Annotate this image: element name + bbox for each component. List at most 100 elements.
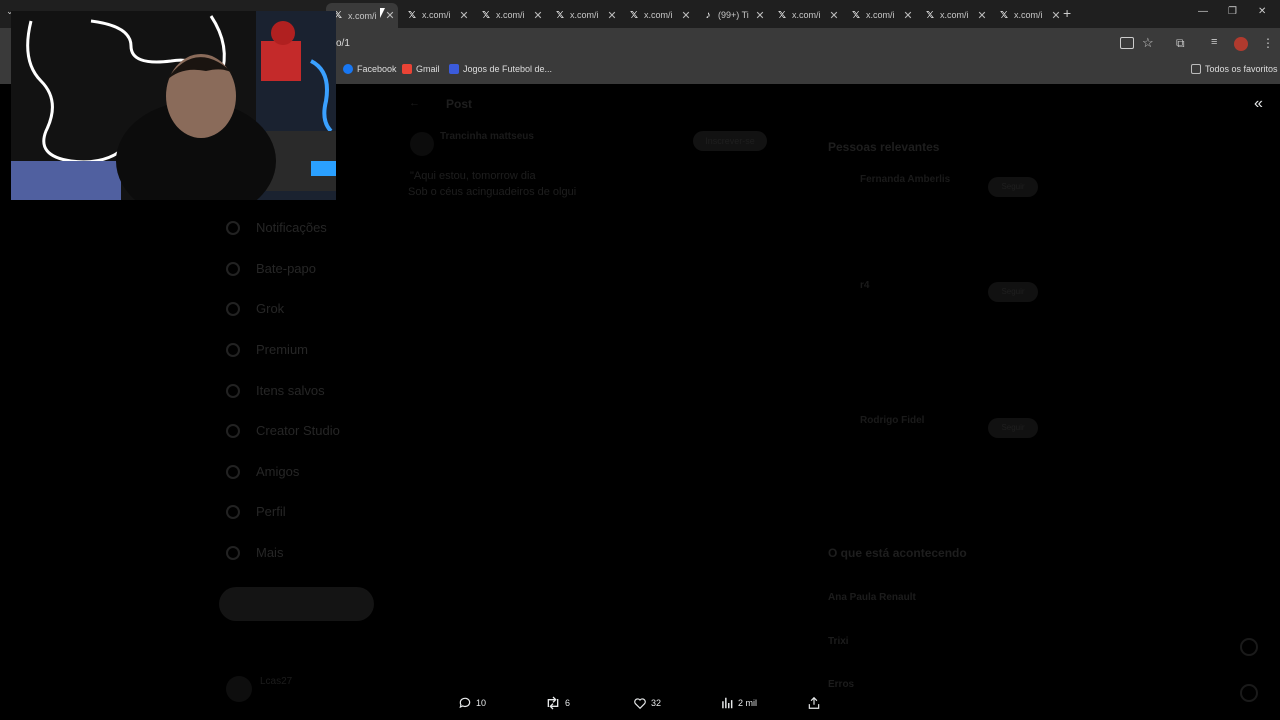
post-text-line2: Sob o céus acinguadeiros de olgui (408, 186, 577, 198)
browser-menu-icon[interactable]: ⋮ (1262, 36, 1274, 50)
sidebar-item-label: Bate-papo (256, 261, 316, 276)
person-name[interactable]: Fernanda Amberlis (860, 174, 950, 185)
close-tab-icon[interactable]: ✕ (976, 9, 988, 22)
minimize-button[interactable]: — (1198, 6, 1208, 17)
chat-icon (226, 261, 240, 276)
views-chart-icon (722, 697, 733, 709)
trend-item[interactable]: Erros (828, 679, 854, 690)
bookmark-jogos[interactable]: Jogos de Futebol de... (449, 64, 552, 74)
sidebar-item-grok[interactable]: Grok (226, 301, 284, 316)
browser-tab[interactable]: 𝕏x.com/i ✕ (770, 4, 842, 26)
tab-title: (99+) Ti (718, 10, 749, 20)
close-tab-icon[interactable]: ✕ (1050, 9, 1062, 22)
grok-icon (226, 301, 240, 316)
more-icon (226, 545, 240, 560)
heart-icon (634, 698, 646, 710)
tab-title: x.com/i (792, 10, 821, 20)
browser-tab[interactable]: 𝕏x.com/i ✕ (992, 4, 1064, 26)
bookmark-label: Jogos de Futebol de... (463, 64, 553, 74)
tab-title: x.com/i (570, 10, 599, 20)
sidebar-item-premium[interactable]: Premium (226, 342, 308, 357)
tab-title: x.com/i (1014, 10, 1043, 20)
reply-count: 10 (476, 698, 487, 708)
webcam-scene (11, 11, 336, 200)
follow-button[interactable]: Seguir (988, 418, 1038, 438)
reply-icon (459, 697, 471, 709)
sidebar-item-label: Amigos (256, 464, 300, 479)
browser-tab[interactable]: 𝕏x.com/i ✕ (474, 4, 546, 26)
share-button[interactable] (807, 696, 825, 710)
sidebar-item-friends[interactable]: Amigos (226, 464, 299, 479)
x-logo-icon: 𝕏 (999, 9, 1009, 21)
profile-icon (226, 504, 240, 519)
media-control-icon[interactable]: ≡ (1211, 36, 1217, 48)
star-icon[interactable]: ☆ (1142, 35, 1154, 51)
address-bar[interactable]: o/1 (336, 38, 350, 49)
profile-avatar[interactable] (1234, 37, 1248, 51)
tab-title: x.com/i (496, 10, 525, 20)
repost-button[interactable]: 6 (545, 696, 570, 710)
close-tab-icon[interactable]: ✕ (754, 9, 766, 22)
sidebar-item-creator-studio[interactable]: Creator Studio (226, 423, 340, 438)
like-button[interactable]: 32 (633, 696, 661, 710)
sidebar-item-bookmarks[interactable]: Itens salvos (226, 383, 325, 398)
trend-item[interactable]: Ana Paula Renault (828, 592, 916, 603)
gmail-icon (402, 64, 412, 74)
grok-float-icon[interactable] (1240, 638, 1258, 656)
tab-title: x.com/i (644, 10, 673, 20)
sidebar-item-more[interactable]: Mais (226, 545, 283, 560)
close-tab-icon[interactable]: ✕ (458, 9, 470, 22)
sidebar-item-chat[interactable]: Bate-papo (226, 261, 316, 276)
collapse-panel-icon[interactable]: « (1254, 95, 1263, 113)
premium-icon (226, 342, 240, 357)
post-author-name[interactable]: Trancinha mattseus (440, 131, 534, 142)
reply-button[interactable]: 10 (458, 696, 486, 710)
sidebar-item-profile[interactable]: Perfil (226, 504, 286, 519)
close-window-button[interactable]: ✕ (1258, 6, 1266, 17)
browser-tab[interactable]: 𝕏x.com/i ✕ (918, 4, 990, 26)
browser-tab[interactable]: 𝕏x.com/i ✕ (400, 4, 472, 26)
person-name[interactable]: Rodrigo Fidel (860, 415, 924, 426)
close-tab-icon[interactable]: ✕ (532, 9, 544, 22)
close-tab-icon[interactable]: ✕ (384, 9, 396, 22)
bookmark-facebook[interactable]: Facebook (343, 64, 397, 74)
close-tab-icon[interactable]: ✕ (606, 9, 618, 22)
browser-tab[interactable]: 𝕏x.com/i ✕ (326, 3, 398, 28)
follow-button[interactable]: Seguir (988, 177, 1038, 197)
close-tab-icon[interactable]: ✕ (828, 9, 840, 22)
install-app-icon[interactable] (1120, 37, 1134, 49)
follow-button[interactable]: Seguir (988, 282, 1038, 302)
post-button[interactable] (219, 587, 374, 621)
subscribe-button[interactable]: Inscrever-se (693, 131, 767, 151)
browser-tab[interactable]: 𝕏x.com/i ✕ (844, 4, 916, 26)
post-header: Post (446, 97, 473, 111)
bookmark-label: Gmail (416, 64, 440, 74)
new-tab-button[interactable]: + (1063, 5, 1071, 21)
extensions-icon[interactable]: ⧉ (1176, 36, 1185, 51)
relevant-people-title: Pessoas relevantes (828, 140, 940, 154)
x-logo-icon: 𝕏 (851, 9, 861, 21)
close-tab-icon[interactable]: ✕ (680, 9, 692, 22)
repost-count: 6 (565, 698, 571, 708)
close-tab-icon[interactable]: ✕ (902, 9, 914, 22)
all-bookmarks-label: Todos os favoritos (1205, 64, 1278, 74)
trend-item[interactable]: Trixi (828, 636, 849, 647)
back-arrow-icon[interactable]: ← (409, 97, 420, 109)
person-name[interactable]: r4 (860, 280, 869, 291)
browser-tab[interactable]: 𝕏x.com/i ✕ (548, 4, 620, 26)
x-logo-icon: 𝕏 (555, 9, 565, 21)
all-bookmarks-button[interactable]: Todos os favoritos (1191, 64, 1278, 74)
sidebar-item-notifications[interactable]: Notificações (226, 220, 327, 235)
bookmark-gmail[interactable]: Gmail (402, 64, 440, 74)
messages-float-icon[interactable] (1240, 684, 1258, 702)
sidebar-item-label: Notificações (256, 220, 327, 235)
x-logo-icon: 𝕏 (629, 9, 639, 21)
maximize-button[interactable]: ❐ (1228, 6, 1237, 17)
views-button[interactable]: 2 mil (720, 696, 757, 710)
post-text-line1: "Aqui estou, tomorrow dia (410, 170, 536, 182)
browser-tab[interactable]: ♪ (99+) Ti ✕ (696, 4, 768, 26)
browser-tab[interactable]: 𝕏x.com/i ✕ (622, 4, 694, 26)
repost-icon (547, 696, 559, 710)
folder-icon (1191, 64, 1201, 74)
account-avatar[interactable] (226, 676, 252, 702)
